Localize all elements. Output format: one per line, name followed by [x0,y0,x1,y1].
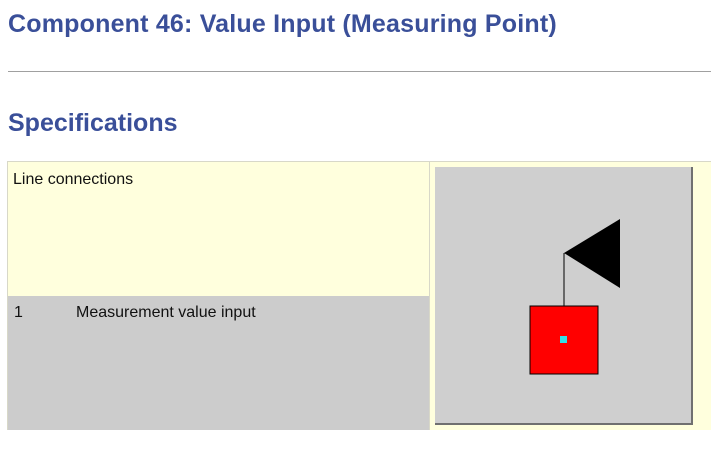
line-connections-header: Line connections [8,162,429,296]
flag-icon [564,219,620,288]
symbol-frame [435,167,693,425]
measuring-point-symbol-icon [529,219,620,375]
symbol-cell [430,162,711,430]
divider [8,71,711,72]
page-title: Component 46: Value Input (Measuring Poi… [8,10,557,38]
connection-dot [560,336,567,343]
section-title: Specifications [8,109,178,137]
spec-table: Line connections 1 Measurement value inp… [7,161,711,430]
connection-description: Measurement value input [71,296,429,430]
connection-number: 1 [8,296,71,430]
